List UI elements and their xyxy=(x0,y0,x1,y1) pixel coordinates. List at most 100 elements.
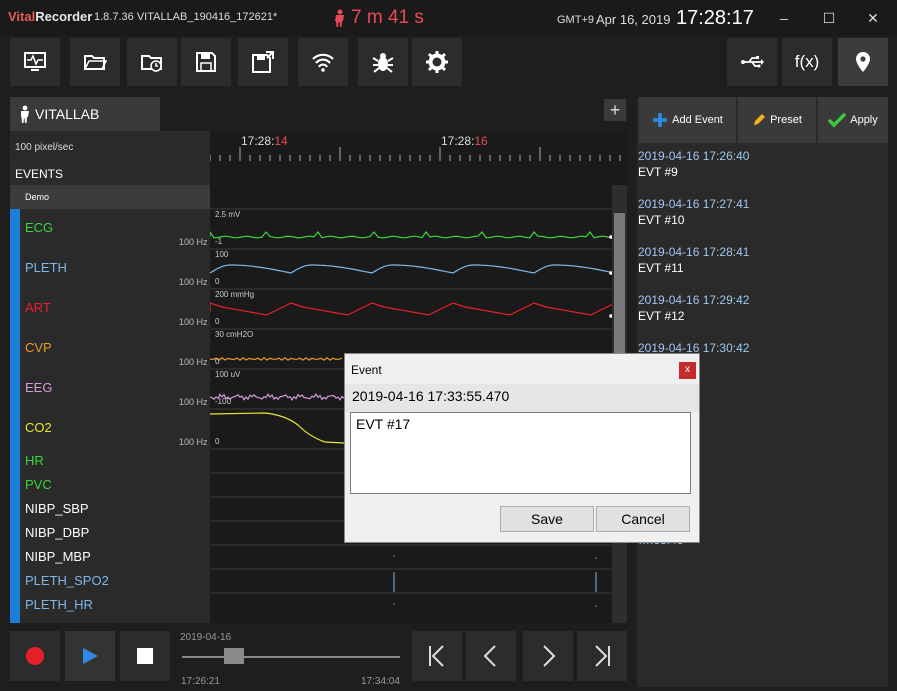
event-time: 2019-04-16 17:29:42 xyxy=(638,293,750,307)
numeric-label-nibp-mbp[interactable]: NIBP_MBP xyxy=(25,549,91,564)
record-button[interactable] xyxy=(10,631,60,681)
add-tab-button[interactable]: + xyxy=(604,99,626,121)
track-scale-bottom: 0 xyxy=(215,317,220,326)
add-event-button[interactable]: Add Event xyxy=(639,97,736,143)
add-event-label: Add Event xyxy=(672,114,723,126)
play-button[interactable] xyxy=(65,631,115,681)
track-label-pleth[interactable]: PLETH xyxy=(25,260,67,275)
event-time: 2019-04-16 17:27:41 xyxy=(638,197,750,211)
save-event-button[interactable]: Save xyxy=(500,506,594,532)
preset-label: Preset xyxy=(770,114,802,126)
dialog-close-button[interactable]: x xyxy=(679,362,696,379)
playback-date: 2019-04-16 xyxy=(180,632,232,643)
location-pin-icon xyxy=(856,52,870,72)
skip-end-icon xyxy=(595,645,610,667)
tick-2-sec: 16 xyxy=(474,134,488,148)
record-icon xyxy=(26,647,44,665)
open-folder-button[interactable] xyxy=(70,38,120,86)
numeric-label-pvc[interactable]: PVC xyxy=(25,477,52,492)
previous-button[interactable] xyxy=(466,631,516,681)
events-row: EVENTS xyxy=(10,161,210,185)
skip-end-button[interactable] xyxy=(577,631,627,681)
event-list-item[interactable]: 2019-04-16 17:27:41 EVT #10 xyxy=(638,196,749,228)
playback-slider-track[interactable] xyxy=(182,656,400,658)
event-name: EVT #12 xyxy=(638,309,685,323)
speed-cell: 100 pixel/sec xyxy=(10,131,210,161)
event-name: EVT #10 xyxy=(638,213,685,227)
person-icon xyxy=(21,105,29,123)
event-text-input[interactable]: EVT #17 xyxy=(350,412,691,494)
track-label-eeg[interactable]: EEG xyxy=(25,380,52,395)
tick-1-sec: 14 xyxy=(274,134,288,148)
dialog-timestamp: 2019-04-16 17:33:55.470 xyxy=(352,388,510,404)
track-label-art[interactable]: ART xyxy=(25,300,51,315)
person-icon xyxy=(335,9,344,27)
save-export-button[interactable] xyxy=(238,38,288,86)
tick-label-2: 17:28:16 xyxy=(441,134,488,148)
apply-button[interactable]: Apply xyxy=(818,97,888,143)
location-button[interactable] xyxy=(838,38,888,86)
track-scale-top: 2.5 mV xyxy=(215,210,241,219)
minimize-button[interactable]: – xyxy=(774,8,794,28)
save-button[interactable] xyxy=(181,38,231,86)
brand-vital: Vital xyxy=(8,9,36,24)
numeric-label-hr[interactable]: HR xyxy=(25,453,44,468)
close-window-button[interactable]: ✕ xyxy=(863,8,883,28)
skip-start-button[interactable] xyxy=(412,631,462,681)
recent-folder-button[interactable] xyxy=(127,38,177,86)
playback-slider-thumb[interactable] xyxy=(224,648,245,664)
track-labels: ECG 100 Hz PLETH 100 Hz ART 100 Hz CVP 100 Hz EE… xyxy=(10,185,210,623)
events-label: EVENTS xyxy=(15,167,64,181)
event-list-item[interactable]: 2019-04-16 17:26:40 EVT #9 xyxy=(638,148,749,180)
event-name: EVT #9 xyxy=(638,165,678,179)
track-rate: 100 Hz xyxy=(179,317,208,327)
cancel-event-button[interactable]: Cancel xyxy=(596,506,690,532)
track-rate: 100 Hz xyxy=(179,437,208,447)
check-icon xyxy=(828,112,847,128)
play-icon xyxy=(83,648,98,664)
track-rate: 100 Hz xyxy=(179,397,208,407)
track-scale-bottom: 0 xyxy=(215,437,220,446)
track-label-cvp[interactable]: CVP xyxy=(25,340,52,355)
track-scale-bottom: 0 xyxy=(215,357,220,366)
app-brand: VitalRecorder xyxy=(8,9,92,24)
wifi-icon xyxy=(312,53,334,72)
gear-icon xyxy=(426,51,448,73)
numeric-label-pleth-spo2[interactable]: PLETH_SPO2 xyxy=(25,573,109,588)
debug-button[interactable] xyxy=(358,38,408,86)
timer-text: 7 m 41 s xyxy=(351,7,424,28)
next-button[interactable] xyxy=(523,631,573,681)
settings-button[interactable] xyxy=(412,38,462,86)
brand-recorder: Recorder xyxy=(35,9,93,24)
track-rate: 100 Hz xyxy=(179,237,208,247)
numeric-label-pleth-hr[interactable]: PLETH_HR xyxy=(25,597,93,612)
network-button[interactable] xyxy=(298,38,348,86)
maximize-button[interactable]: ☐ xyxy=(819,8,839,28)
track-scale-bottom: 0 xyxy=(215,277,220,286)
timezone-label: GMT+9 xyxy=(557,14,594,26)
tab-vitallab[interactable]: VITALLAB xyxy=(10,97,160,131)
usb-icon xyxy=(741,56,764,68)
tick-2-time: 17:28: xyxy=(441,134,475,148)
apply-label: Apply xyxy=(850,114,878,126)
bug-icon xyxy=(372,53,394,73)
track-scale-top: 100 xyxy=(215,250,229,259)
event-list-item[interactable]: 2019-04-16 17:29:42 EVT #12 xyxy=(638,292,749,324)
usb-button[interactable] xyxy=(727,38,777,86)
preset-button[interactable]: Preset xyxy=(738,97,816,143)
numeric-label-nibp-dbp[interactable]: NIBP_DBP xyxy=(25,525,89,540)
monitor-button[interactable] xyxy=(10,38,60,86)
folder-open-icon xyxy=(83,55,108,70)
clock-label: 17:28:17 xyxy=(676,7,754,29)
numeric-label-nibp-sbp[interactable]: NIBP_SBP xyxy=(25,501,89,516)
stop-button[interactable] xyxy=(120,631,170,681)
tab-label: VITALLAB xyxy=(35,106,100,122)
track-label-ecg[interactable]: ECG xyxy=(25,220,53,235)
track-rate: 100 Hz xyxy=(179,277,208,287)
events-track xyxy=(210,161,627,185)
plus-icon xyxy=(653,113,668,127)
track-label-co2[interactable]: CO2 xyxy=(25,420,52,435)
event-list-item[interactable]: 2019-04-16 17:28:41 EVT #11 xyxy=(638,244,749,276)
save-export-icon xyxy=(252,51,274,73)
function-button[interactable]: f(x) xyxy=(782,38,832,86)
